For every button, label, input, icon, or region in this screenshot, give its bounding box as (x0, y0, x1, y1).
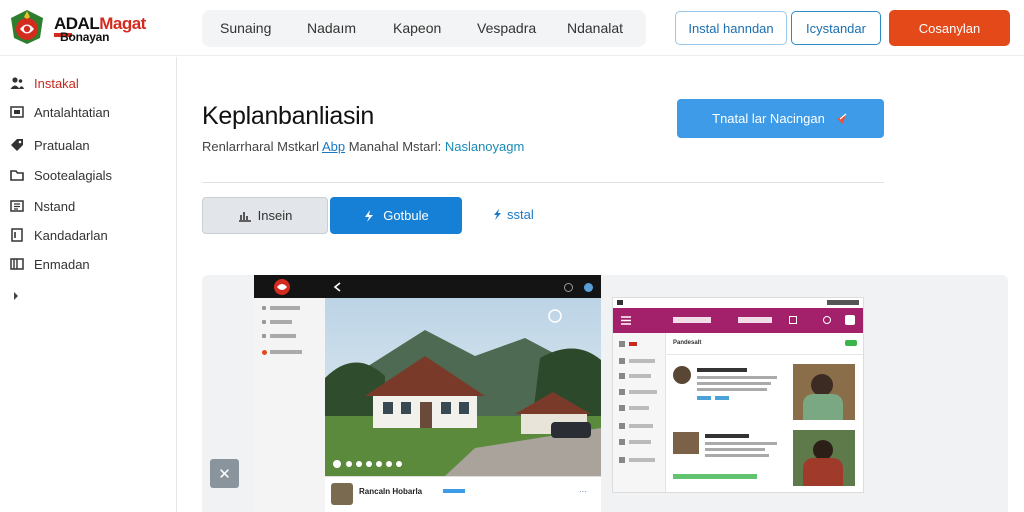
phone-preview: Pandesalt (612, 297, 864, 493)
sidebar-item-enmadan[interactable]: Enmadan (10, 253, 90, 275)
chart-icon (238, 211, 251, 222)
page-subtitle: Renlarrharal Mstkarl Abp Manahal Mstarl:… (202, 139, 525, 154)
sidebar-item-label: Kandadarlan (34, 227, 108, 243)
tab-label: Gotbule (383, 208, 429, 223)
document-icon (11, 228, 23, 242)
subtitle-highlight[interactable]: Naslanoyagm (445, 139, 525, 154)
tab-insein[interactable]: Insein (202, 197, 328, 234)
tab-label: sstal (507, 207, 534, 222)
tablet-profile-icon (584, 283, 593, 292)
tab-gotbule[interactable]: Gotbule (330, 197, 462, 234)
phone-app-bar (613, 308, 863, 333)
close-icon[interactable]: ✕ (210, 459, 239, 488)
tablet-sidebar (254, 298, 325, 512)
phone-sidebar (613, 333, 666, 492)
sidebar-item-antalahtatian[interactable]: Antalahtatian (10, 101, 110, 123)
image-icon (10, 106, 24, 118)
phone-section-title: Pandesalt (673, 340, 702, 346)
arrow-icon (836, 113, 847, 124)
brand-logo[interactable]: ADALMagat Bonayan (8, 6, 168, 48)
sidebar-item-sootealagials[interactable]: Sootealagials (10, 164, 112, 186)
primary-button[interactable]: Cosanylan (889, 10, 1010, 46)
sidebar-item-label: Sootealagials (34, 167, 113, 183)
sidebar-item-instakal[interactable]: Instakal (10, 72, 79, 94)
nav-item[interactable]: Nadaım (307, 20, 356, 36)
menu-icon[interactable] (621, 316, 631, 325)
bolt-icon (365, 209, 374, 222)
book-icon (10, 258, 24, 270)
phone-status-bar (613, 298, 863, 308)
sidebar-item-kandadarlan[interactable]: Kandadarlan (10, 224, 108, 246)
sidebar-item-pratualan[interactable]: Pratualan (10, 134, 90, 156)
tablet-app-logo-icon (274, 279, 290, 295)
cta-label: Tnatal lar Nacingan (712, 111, 825, 126)
back-arrow-icon (333, 282, 341, 292)
app-preview-panel: Rancaln Hobarla ··· Pandesalt (202, 275, 1008, 512)
post-thumbnail (331, 483, 353, 505)
profile-icon[interactable] (845, 315, 855, 325)
sidebar-item-label: Enmadan (34, 256, 90, 272)
sidebar-item-label: Nstand (34, 198, 76, 214)
chevron-right-icon (14, 292, 18, 300)
folder-icon (10, 170, 24, 181)
post-title: Rancaln Hobarla (359, 487, 423, 496)
list-icon (10, 200, 24, 212)
sidebar-expand-toggle[interactable] (12, 285, 20, 307)
brand-logo-icon (11, 10, 43, 44)
nav-item[interactable]: Ndanalat (567, 20, 623, 36)
users-icon (10, 77, 24, 89)
house-landscape-photo (325, 298, 601, 476)
tablet-post-caption: Rancaln Hobarla ··· (325, 476, 601, 512)
install-button[interactable]: Instal hanndan (675, 11, 787, 45)
subtitle-link[interactable]: Abp (322, 139, 345, 154)
top-header: ADALMagat Bonayan Sunaing Nadaım Kapeon … (0, 0, 1024, 56)
avatar (673, 366, 691, 384)
page-title: Keplanbanliasin (202, 102, 375, 130)
nav-item[interactable]: Vespadra (477, 20, 536, 36)
tablet-preview: Rancaln Hobarla ··· (254, 275, 601, 512)
post-image (793, 364, 855, 420)
tablet-settings-icon (564, 283, 573, 292)
sidebar-item-label: Instakal (34, 75, 79, 91)
tab-sstal[interactable]: sstal (492, 207, 534, 222)
brand-subname: Bonayan (60, 30, 110, 44)
nav-item[interactable]: Kapeon (393, 20, 441, 36)
nav-item[interactable]: Sunaing (220, 20, 271, 36)
search-icon[interactable] (823, 316, 831, 324)
secondary-button[interactable]: Icystandar (791, 11, 881, 45)
more-icon[interactable]: ··· (579, 487, 587, 496)
status-badge (845, 340, 857, 346)
top-navigation: Sunaing Nadaım Kapeon Vespadra Ndanalat (202, 10, 646, 47)
post-thumbnail (673, 432, 699, 454)
tag-icon (11, 139, 23, 151)
sidebar-item-label: Pratualan (34, 137, 90, 153)
post-image (793, 430, 855, 486)
tab-label: Insein (257, 208, 293, 223)
section-divider (202, 182, 884, 183)
sidebar-item-nstand[interactable]: Nstand (10, 195, 75, 217)
sidebar-item-label: Antalahtatian (34, 104, 110, 120)
bookmark-icon[interactable] (789, 316, 797, 324)
install-cta-button[interactable]: Tnatal lar Nacingan (677, 99, 884, 138)
link-icon (494, 209, 501, 220)
sidebar: Instakal Antalahtatian Pratualan Sooteal… (0, 57, 177, 512)
